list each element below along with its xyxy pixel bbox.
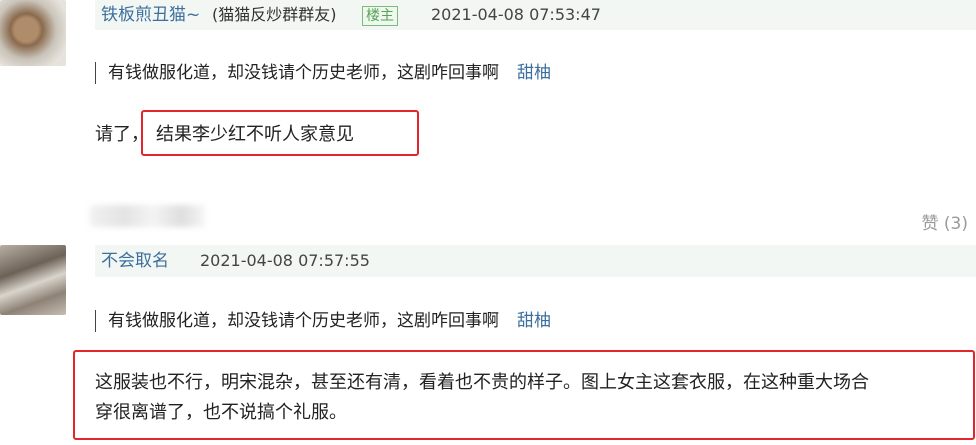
reply-text-line-2: 穿很离谱了，也不说搞个礼服。 bbox=[95, 402, 347, 423]
like-button[interactable]: 赞 (3) bbox=[922, 209, 968, 234]
timestamp: 2021-04-08 07:53:47 bbox=[431, 5, 601, 24]
blurred-text bbox=[90, 205, 205, 227]
highlight-box bbox=[73, 350, 975, 440]
quote-text: 有钱做服化道，却没钱请个历史老师，这剧咋回事啊 bbox=[108, 311, 499, 331]
group-tag: (猫猫反炒群群友) bbox=[212, 5, 337, 24]
username-link[interactable]: 铁板煎丑猫~ bbox=[101, 5, 200, 25]
highlight-box bbox=[141, 110, 419, 156]
avatar[interactable] bbox=[0, 0, 66, 66]
username-link[interactable]: 不会取名 bbox=[101, 251, 169, 271]
quote-author-link[interactable]: 甜柚 bbox=[517, 311, 551, 331]
op-badge: 楼主 bbox=[362, 6, 398, 26]
quoted-comment: 有钱做服化道，却没钱请个历史老师，这剧咋回事啊 甜柚 bbox=[95, 62, 551, 84]
quote-author-link[interactable]: 甜柚 bbox=[517, 63, 551, 83]
timestamp: 2021-04-08 07:57:55 bbox=[200, 251, 370, 270]
quote-text: 有钱做服化道，却没钱请个历史老师，这剧咋回事啊 bbox=[108, 63, 499, 83]
quoted-comment: 有钱做服化道，却没钱请个历史老师，这剧咋回事啊 甜柚 bbox=[95, 310, 551, 332]
reply-text-line-1: 这服装也不行，明宋混杂，甚至还有清，看着也不贵的样子。图上女主这套衣服，在这种重… bbox=[95, 372, 869, 393]
avatar[interactable] bbox=[0, 245, 66, 315]
